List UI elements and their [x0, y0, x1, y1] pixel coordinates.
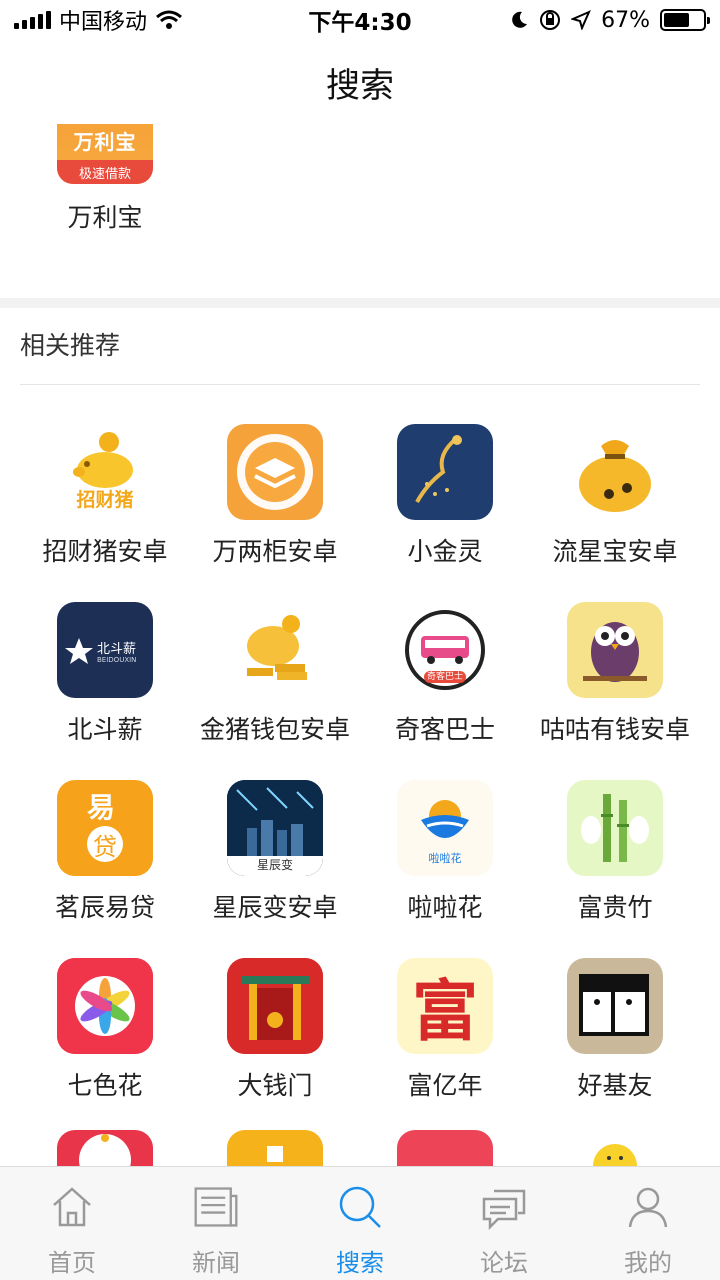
- bottom-tab-bar: 首页 新闻 搜索 论坛 我的: [0, 1166, 720, 1280]
- page-header: 搜索: [0, 40, 720, 124]
- app-label: 茗辰易贷: [54, 893, 155, 922]
- app-label: 富亿年: [407, 1071, 483, 1100]
- app-item[interactable]: 啦啦花 啦啦花: [360, 780, 530, 924]
- yellow-app-icon[interactable]: [227, 1130, 323, 1166]
- app-label: 大钱门: [237, 1071, 313, 1100]
- flower-icon[interactable]: [57, 958, 153, 1054]
- red-app-icon[interactable]: [397, 1130, 493, 1166]
- fu-character-icon[interactable]: 富: [397, 958, 493, 1054]
- two-faces-icon[interactable]: [567, 958, 663, 1054]
- tab-home[interactable]: 首页: [0, 1167, 144, 1280]
- loan-card-icon[interactable]: 易贷: [57, 780, 153, 876]
- location-icon: [571, 10, 592, 30]
- app-label: 招财猪安卓: [42, 537, 168, 566]
- carrier-label: 中国移动: [59, 10, 148, 35]
- user-icon: [624, 1183, 672, 1231]
- section-title: 相关推荐: [20, 331, 121, 360]
- app-label: 小金灵: [407, 537, 483, 566]
- app-label: 星辰变安卓: [212, 893, 338, 922]
- wave-logo-icon[interactable]: 啦啦花: [397, 780, 493, 876]
- section-divider: [0, 298, 720, 308]
- app-item[interactable]: [360, 1130, 530, 1166]
- app-item[interactable]: [530, 1130, 700, 1166]
- partial-apps-row: [20, 1130, 700, 1166]
- lucky-cat-icon[interactable]: [57, 1130, 153, 1166]
- search-icon: [336, 1183, 384, 1231]
- top-result-app[interactable]: 万利宝 极速借款 万利宝: [40, 124, 170, 234]
- recommended-apps-grid: 招财猪 招财猪安卓 万两柜安卓 小金灵 流星宝安卓 北斗薪 BEIDOUXIN 北斗薪 金猪钱包…: [20, 424, 700, 1102]
- rotation-lock-icon: [540, 10, 561, 30]
- star-logo-icon[interactable]: 北斗薪 BEIDOUXIN: [57, 602, 153, 698]
- app-item[interactable]: 七色花: [20, 958, 190, 1102]
- battery-percent: 67%: [601, 7, 650, 33]
- pig-coin-icon[interactable]: 招财猪: [57, 424, 153, 520]
- bus-icon[interactable]: 奇客巴士: [397, 602, 493, 698]
- app-item[interactable]: [190, 1130, 360, 1166]
- bamboo-icon[interactable]: [567, 780, 663, 876]
- app-item[interactable]: 北斗薪 BEIDOUXIN 北斗薪: [20, 602, 190, 746]
- status-bar: 中国移动 下午4:30 67%: [0, 0, 720, 40]
- app-label: 七色花: [67, 1071, 143, 1100]
- home-icon: [48, 1183, 96, 1231]
- night-city-icon[interactable]: 星辰变: [227, 780, 323, 876]
- top-result-label: 万利宝: [67, 203, 143, 232]
- app-label: 北斗薪: [67, 715, 143, 744]
- yellow-smiley-icon[interactable]: [567, 1130, 663, 1166]
- app-label: 万两柜安卓: [212, 537, 338, 566]
- app-label: 啦啦花: [407, 893, 483, 922]
- app-label: 富贵竹: [577, 893, 653, 922]
- signal-icon: [14, 11, 51, 29]
- app-item[interactable]: 万两柜安卓: [190, 424, 360, 568]
- layers-icon[interactable]: [227, 424, 323, 520]
- tab-search[interactable]: 搜索: [288, 1167, 432, 1280]
- newspaper-icon: [192, 1183, 240, 1231]
- tab-label: 搜索: [336, 1249, 384, 1277]
- owl-icon[interactable]: [567, 602, 663, 698]
- section-divider-line: [20, 384, 700, 385]
- battery-icon: [660, 9, 710, 31]
- moon-icon: [512, 11, 528, 28]
- app-label: 奇客巴士: [394, 715, 495, 744]
- app-item[interactable]: 流星宝安卓: [530, 424, 700, 568]
- tab-user[interactable]: 我的: [576, 1167, 720, 1280]
- app-item[interactable]: 富贵竹: [530, 780, 700, 924]
- tab-chat[interactable]: 论坛: [432, 1167, 576, 1280]
- app-label: 好基友: [577, 1071, 653, 1100]
- app-label: 流星宝安卓: [552, 537, 678, 566]
- app-item[interactable]: 大钱门: [190, 958, 360, 1102]
- tab-label: 论坛: [480, 1249, 528, 1277]
- chat-icon: [480, 1183, 528, 1231]
- gate-icon[interactable]: [227, 958, 323, 1054]
- tab-label: 我的: [624, 1249, 672, 1277]
- wifi-icon: [156, 10, 182, 29]
- app-item[interactable]: [20, 1130, 190, 1166]
- tab-label: 首页: [48, 1249, 96, 1277]
- page-title: 搜索: [326, 65, 394, 106]
- wanlibao-app-icon[interactable]: 万利宝 极速借款: [57, 124, 153, 184]
- app-item[interactable]: 奇客巴士 奇客巴士: [360, 602, 530, 746]
- gold-pig-icon[interactable]: [227, 602, 323, 698]
- app-item[interactable]: 富富亿年: [360, 958, 530, 1102]
- golden-fairy-icon[interactable]: [397, 424, 493, 520]
- app-label: 金猪钱包安卓: [199, 715, 350, 744]
- money-bag-icon[interactable]: [567, 424, 663, 520]
- app-item[interactable]: 好基友: [530, 958, 700, 1102]
- app-item[interactable]: 咕咕有钱安卓: [530, 602, 700, 746]
- app-item[interactable]: 易贷茗辰易贷: [20, 780, 190, 924]
- tab-newspaper[interactable]: 新闻: [144, 1167, 288, 1280]
- tab-label: 新闻: [192, 1249, 240, 1277]
- app-item[interactable]: 星辰变 星辰变安卓: [190, 780, 360, 924]
- app-item[interactable]: 招财猪 招财猪安卓: [20, 424, 190, 568]
- app-item[interactable]: 小金灵: [360, 424, 530, 568]
- app-label: 咕咕有钱安卓: [539, 715, 690, 744]
- app-item[interactable]: 金猪钱包安卓: [190, 602, 360, 746]
